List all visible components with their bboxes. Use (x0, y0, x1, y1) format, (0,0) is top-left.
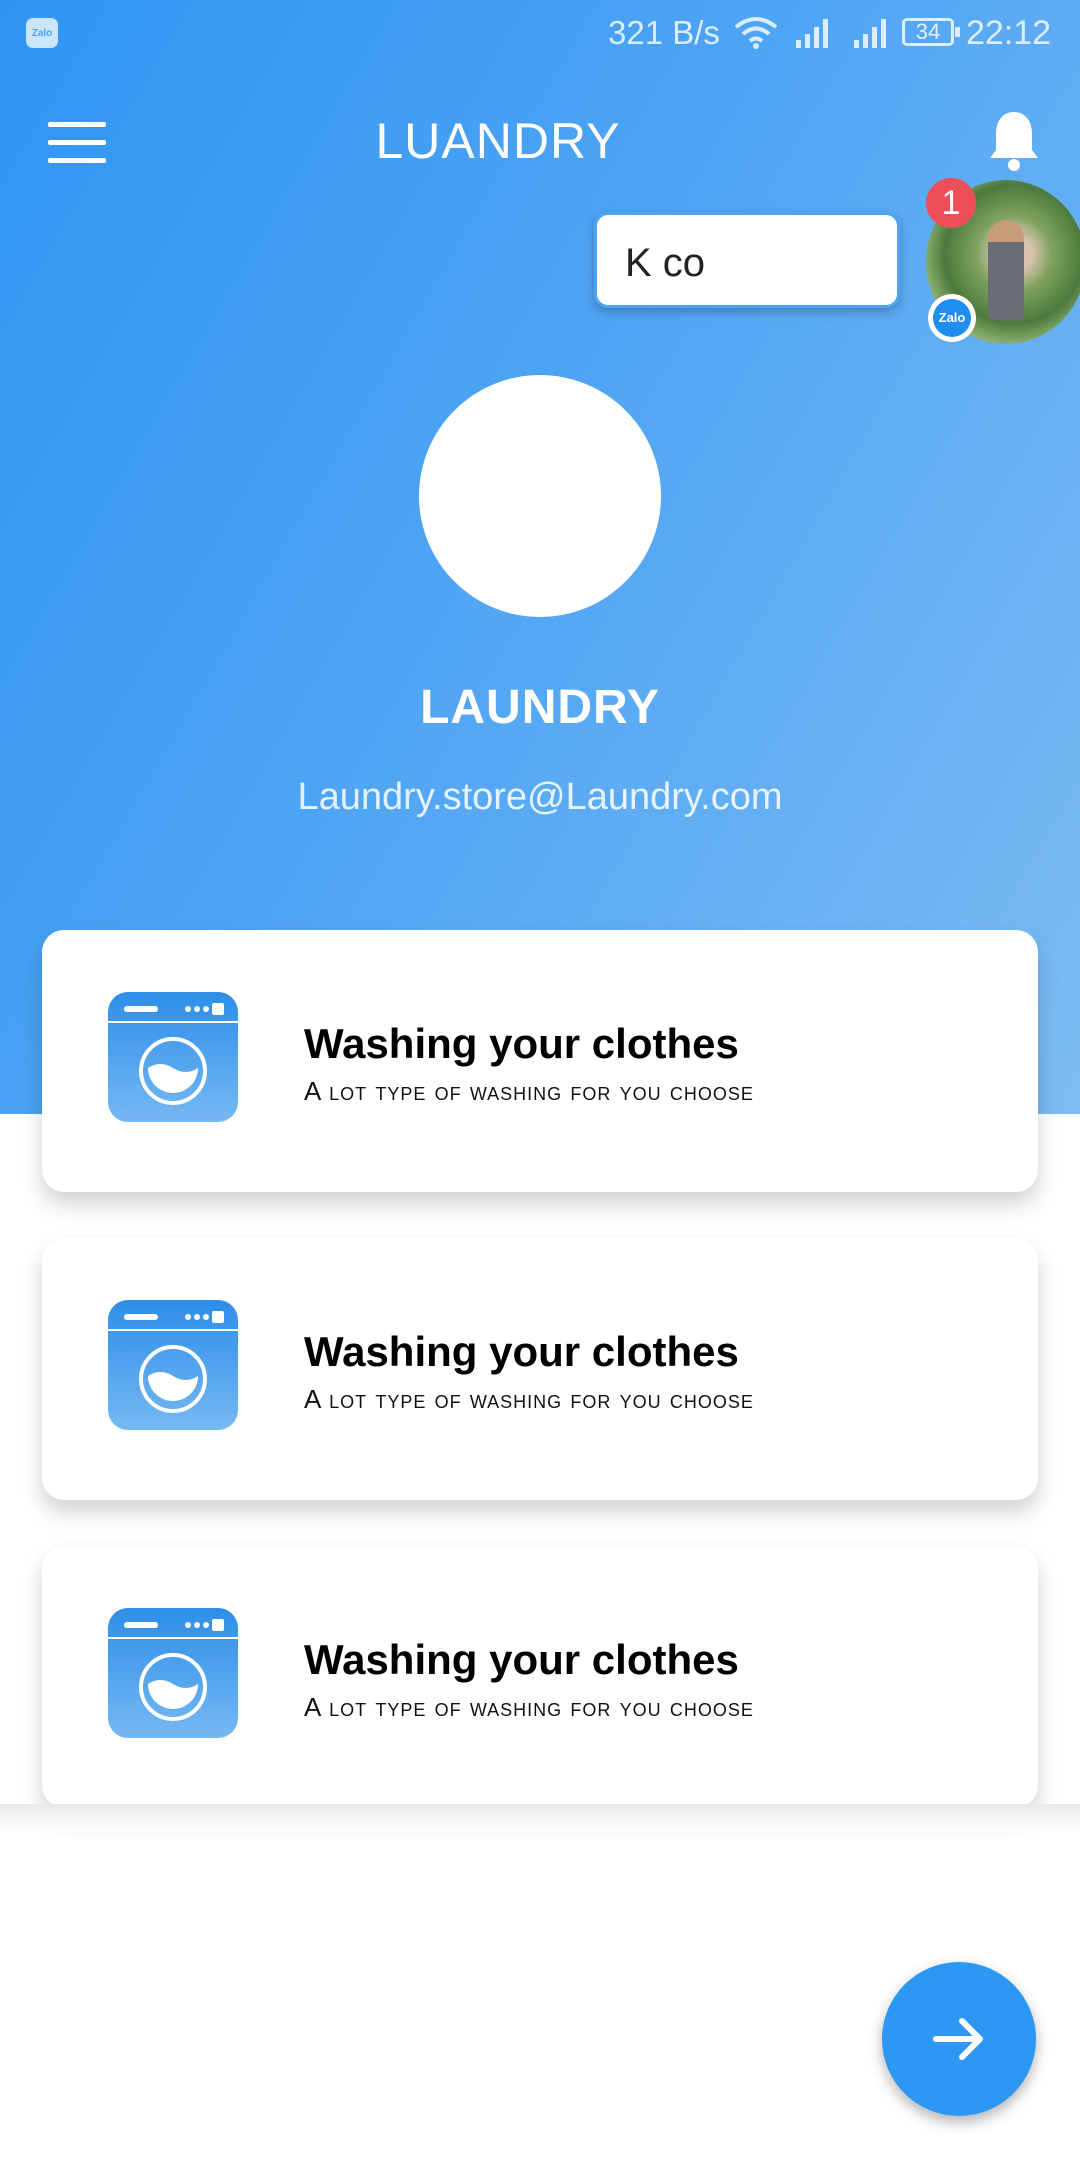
unread-count-badge: 1 (926, 178, 976, 228)
profile-avatar[interactable] (419, 375, 661, 617)
wifi-icon (734, 17, 778, 49)
chat-message-bubble[interactable]: K co (594, 212, 900, 308)
service-title: Washing your clothes (304, 1636, 739, 1683)
next-fab-button[interactable] (882, 1962, 1036, 2116)
signal-icon (796, 19, 828, 48)
zalo-logo: Zalo (933, 299, 971, 337)
screen: Zalo 321 B/s 34 22:12 LUANDRY K co 1 Zal… (0, 0, 1080, 2160)
network-speed: 321 B/s (608, 14, 720, 51)
bell-icon[interactable] (986, 108, 1042, 172)
service-title: Washing your clothes (304, 1328, 739, 1375)
signal-icon-secondary (854, 19, 886, 48)
arrow-right-icon (933, 2018, 983, 2060)
zalo-app-badge: Zalo (928, 294, 976, 342)
profile-email: Laundry.store@Laundry.com (297, 776, 783, 818)
profile-name: LAUNDRY (420, 681, 660, 734)
status-time: 22:12 (966, 14, 1052, 52)
service-card[interactable]: Washing your clothes A lot type of washi… (42, 930, 1038, 1192)
zalo-notification-icon: Zalo (26, 18, 58, 48)
service-card[interactable]: Washing your clothes A lot type of washi… (42, 1546, 1038, 1808)
app-title: LUANDRY (375, 113, 621, 169)
service-subtitle: A lot type of washing for you choose (304, 1076, 754, 1106)
service-subtitle: A lot type of washing for you choose (304, 1384, 754, 1414)
washing-machine-icon (108, 1608, 238, 1738)
washing-machine-icon (108, 992, 238, 1122)
service-subtitle: A lot type of washing for you choose (304, 1692, 754, 1722)
service-title: Washing your clothes (304, 1020, 739, 1067)
service-card[interactable]: Washing your clothes A lot type of washi… (42, 1238, 1038, 1500)
list-bottom-shadow (0, 1804, 1080, 1832)
battery-icon: 34 (902, 18, 960, 46)
status-bar: Zalo 321 B/s 34 22:12 (0, 0, 1080, 66)
washing-machine-icon (108, 1300, 238, 1430)
